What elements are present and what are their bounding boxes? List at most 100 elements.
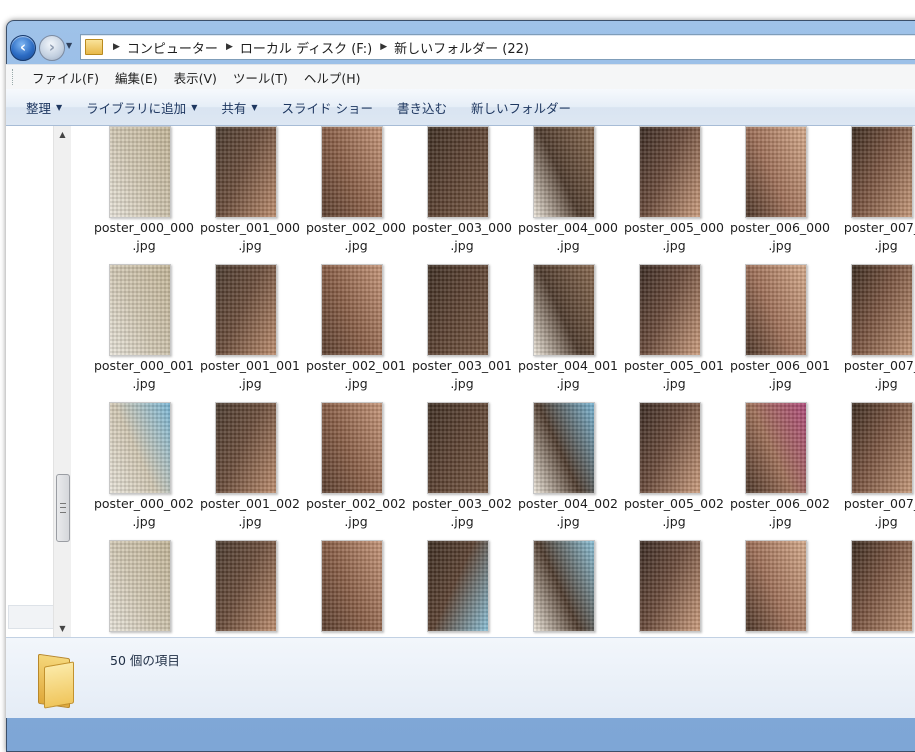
file-name: poster_007_0	[843, 496, 915, 511]
recent-pages-dropdown-icon[interactable]: ▼	[66, 41, 74, 51]
image-thumbnail	[109, 126, 171, 218]
file-extension: .jpg	[662, 238, 686, 253]
chevron-down-icon: ▼	[56, 102, 63, 112]
chevron-down-icon: ▼	[191, 102, 198, 112]
file-extension: .jpg	[662, 514, 686, 529]
file-extension: .jpg	[238, 238, 262, 253]
file-extension: .jpg	[344, 376, 368, 391]
image-thumbnail	[639, 264, 701, 356]
image-thumbnail	[533, 264, 595, 356]
breadcrumb-current-folder[interactable]: 新しいフォルダー (22)	[394, 38, 529, 57]
new-folder-button[interactable]: 新しいフォルダー	[459, 98, 583, 117]
scrollbar-thumb[interactable]	[56, 474, 70, 542]
image-thumbnail	[745, 264, 807, 356]
image-thumbnail	[533, 402, 595, 494]
file-name: poster_006_001	[729, 358, 831, 373]
file-name: poster_004_002	[517, 496, 619, 511]
chevron-down-icon: ▼	[251, 102, 258, 112]
add-to-library-button[interactable]: ライブラリに追加 ▼	[74, 98, 209, 117]
share-button[interactable]: 共有 ▼	[209, 98, 269, 117]
file-extension: .jpg	[874, 238, 898, 253]
breadcrumb-separator-icon[interactable]: ▶	[113, 42, 120, 52]
file-name: poster_001_000	[199, 220, 301, 235]
file-name: poster_006_002	[729, 496, 831, 511]
command-bar: 整理 ▼ ライブラリに追加 ▼ 共有 ▼ スライド ショー 書き込む 新しいフォルダー	[6, 89, 915, 126]
file-name: poster_002_002	[305, 496, 407, 511]
file-extension: .jpg	[768, 238, 792, 253]
menu-grip	[12, 69, 16, 85]
image-thumbnail	[427, 402, 489, 494]
file-name: poster_005_001	[623, 358, 725, 373]
image-thumbnail	[427, 126, 489, 218]
menu-tools[interactable]: ツール(T)	[225, 68, 296, 87]
menu-help[interactable]: ヘルプ(H)	[296, 68, 369, 87]
file-extension: .jpg	[556, 376, 580, 391]
share-label: 共有	[221, 100, 247, 116]
image-thumbnail	[215, 126, 277, 218]
file-name: poster_001_001	[199, 358, 301, 373]
navigation-bar: ‹ › ▼ ▶ コンピューター ▶ ローカル ディスク (F:) ▶ 新しいフォ…	[0, 30, 915, 62]
menu-view[interactable]: 表示(V)	[166, 68, 225, 87]
breadcrumb-local-disk[interactable]: ローカル ディスク (F:)	[240, 38, 372, 57]
scroll-down-icon[interactable]: ▼	[54, 620, 71, 637]
image-thumbnail	[745, 540, 807, 632]
image-thumbnail	[109, 264, 171, 356]
folder-icon	[85, 39, 103, 55]
file-extension: .jpg	[344, 238, 368, 253]
file-name: poster_000_002	[93, 496, 195, 511]
organize-label: 整理	[26, 100, 52, 116]
add-to-library-label: ライブラリに追加	[86, 100, 187, 116]
vertical-scrollbar[interactable]: ▲ ▼	[53, 126, 72, 637]
file-name: poster_004_001	[517, 358, 619, 373]
navigation-pane	[6, 126, 55, 637]
file-extension: .jpg	[874, 514, 898, 529]
file-name: poster_003_001	[411, 358, 513, 373]
menu-file[interactable]: ファイル(F)	[24, 68, 107, 87]
file-extension: .jpg	[450, 514, 474, 529]
file-name: poster_000_000	[93, 220, 195, 235]
image-thumbnail	[215, 402, 277, 494]
breadcrumb-separator-icon[interactable]: ▶	[380, 42, 387, 52]
image-thumbnail	[639, 540, 701, 632]
file-name: poster_000_001	[93, 358, 195, 373]
image-thumbnail	[109, 540, 171, 632]
file-extension: .jpg	[132, 514, 156, 529]
image-thumbnail	[851, 264, 913, 356]
image-thumbnail	[533, 126, 595, 218]
file-extension: .jpg	[662, 376, 686, 391]
image-thumbnail	[427, 264, 489, 356]
image-thumbnail	[215, 264, 277, 356]
file-name: poster_005_000	[623, 220, 725, 235]
image-thumbnail	[109, 402, 171, 494]
burn-button[interactable]: 書き込む	[385, 98, 459, 117]
file-name: poster_002_000	[305, 220, 407, 235]
file-extension: .jpg	[450, 376, 474, 391]
file-name: poster_003_000	[411, 220, 513, 235]
file-name: poster_006_000	[729, 220, 831, 235]
scroll-up-icon[interactable]: ▲	[54, 126, 71, 143]
file-extension: .jpg	[238, 514, 262, 529]
image-thumbnail	[851, 126, 913, 218]
slideshow-button[interactable]: スライド ショー	[270, 98, 385, 117]
details-pane: 50 個の項目	[6, 637, 915, 718]
image-thumbnail	[321, 264, 383, 356]
back-button[interactable]: ‹	[10, 35, 36, 61]
image-thumbnail	[533, 540, 595, 632]
image-thumbnail	[851, 402, 913, 494]
file-extension: .jpg	[768, 376, 792, 391]
image-thumbnail	[639, 402, 701, 494]
file-extension: .jpg	[344, 514, 368, 529]
file-name: poster_003_002	[411, 496, 513, 511]
image-thumbnail	[321, 402, 383, 494]
menu-edit[interactable]: 編集(E)	[107, 68, 166, 87]
image-thumbnail	[321, 540, 383, 632]
navigation-pane-item[interactable]	[8, 605, 55, 629]
organize-button[interactable]: 整理 ▼	[6, 98, 74, 117]
address-bar[interactable]: ▶ コンピューター ▶ ローカル ディスク (F:) ▶ 新しいフォルダー (2…	[80, 34, 915, 60]
breadcrumb-computer[interactable]: コンピューター	[127, 38, 218, 57]
breadcrumb-separator-icon[interactable]: ▶	[226, 42, 233, 52]
image-thumbnail	[851, 540, 913, 632]
breadcrumb: ▶ コンピューター ▶ ローカル ディスク (F:) ▶ 新しいフォルダー (2…	[105, 35, 529, 59]
forward-button[interactable]: ›	[39, 35, 65, 61]
file-extension: .jpg	[132, 376, 156, 391]
